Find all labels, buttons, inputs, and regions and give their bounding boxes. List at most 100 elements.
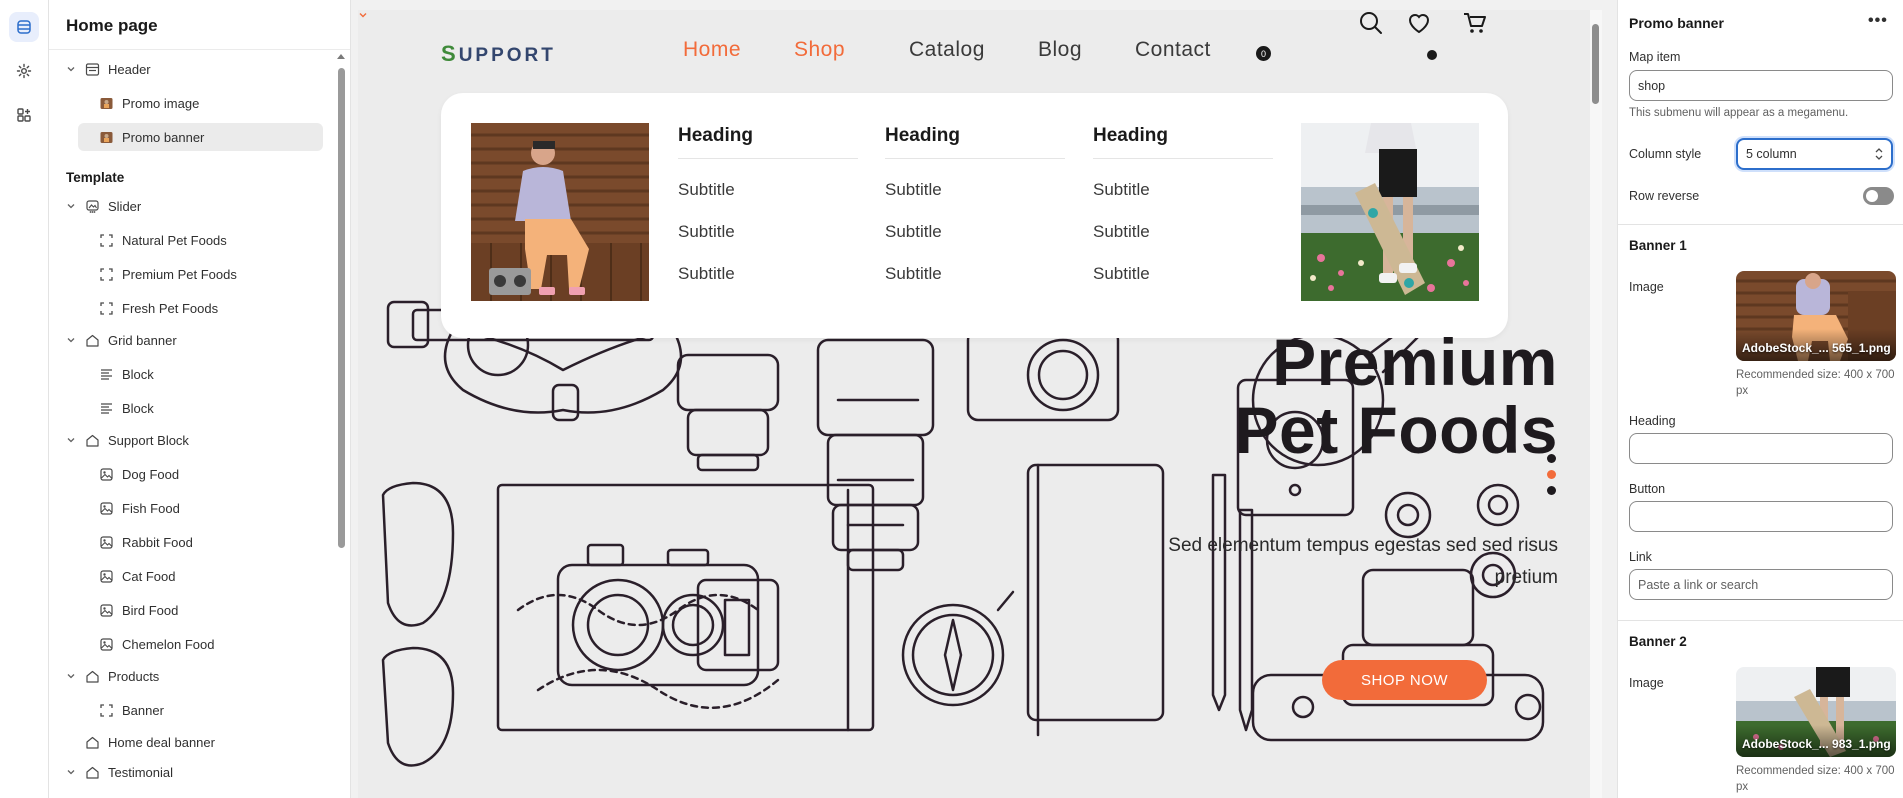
mega-column-heading[interactable]: Heading [1093,123,1273,159]
banner-1-link-input[interactable] [1629,569,1893,600]
banner-1-button-input[interactable] [1629,501,1893,532]
map-item-label: Map item [1629,50,1681,64]
apps-icon [17,108,31,122]
image-icon [99,603,114,618]
tree-item-block-1[interactable]: Block [99,360,339,388]
map-item-input[interactable] [1629,70,1893,101]
toggle-knob [1866,190,1878,202]
banner-1-heading-input[interactable] [1629,433,1893,464]
storefront-preview: SUPPORT Home Shop Catalog Blog Contact 0 [358,10,1593,798]
tree-item-chemelon-food[interactable]: Chemelon Food [99,630,339,658]
tree-item-label: Natural Pet Foods [122,232,227,248]
banner-1-image-picker[interactable]: AdobeStock_... 565_1.png [1736,271,1896,361]
page-title: Home page [66,16,158,35]
hero-text: Sed elementum tempus egestas sed sed ris… [1168,535,1558,588]
chevron-down-icon[interactable] [65,434,77,446]
chevron-down-icon[interactable] [65,670,77,682]
mega-column-heading[interactable]: Heading [678,123,858,159]
panel-divider [1618,224,1903,225]
preview-scrollbar-thumb[interactable] [1592,24,1599,104]
text-lines-icon [99,401,114,416]
tree-item-cat-food[interactable]: Cat Food [99,562,339,590]
settings-rail-button[interactable] [9,56,39,86]
tree-item-fish-food[interactable]: Fish Food [99,494,339,522]
row-reverse-toggle[interactable] [1863,187,1894,205]
banner-1-link-label: Link [1629,550,1652,564]
chevron-down-icon[interactable] [65,63,77,75]
tree-item-products[interactable]: Products [65,662,315,690]
slider-dot-active[interactable] [1547,470,1556,479]
tree-item-grid-banner[interactable]: Grid banner [65,326,315,354]
more-options-icon[interactable]: ••• [1868,12,1888,30]
house-icon [85,765,100,780]
chevron-down-icon[interactable] [65,334,77,346]
mega-menu-image-left[interactable] [471,123,649,301]
cart-icon[interactable] [1462,10,1488,36]
template-section-label: Template [66,170,125,185]
chevron-down-icon[interactable] [65,200,77,212]
panel-divider [1618,620,1903,621]
tree-item-rabbit-food[interactable]: Rabbit Food [99,528,339,556]
mega-column-subtitle[interactable]: Subtitle [1093,211,1273,253]
select-arrows-icon [1875,148,1883,160]
tree-item-dog-food[interactable]: Dog Food [99,460,339,488]
tree-item-promo-image[interactable]: Promo image [99,89,339,117]
heart-icon[interactable] [1406,10,1432,36]
block-frame-icon [99,267,114,282]
search-icon[interactable] [1358,10,1384,36]
block-frame-icon [99,233,114,248]
sidebar-scrollbar-thumb[interactable] [338,68,345,548]
shop-now-button[interactable]: SHOP NOW [1322,660,1487,700]
mega-column-subtitle[interactable]: Subtitle [885,211,1065,253]
tree-item-label: Header [108,61,151,77]
tree-item-label: Chemelon Food [122,636,215,652]
tree-item-fresh-pet-foods[interactable]: Fresh Pet Foods [99,294,339,322]
tree-item-testimonial[interactable]: Testimonial [65,758,315,786]
sections-rail-button[interactable] [9,12,39,42]
nav-contact-link[interactable]: Contact [1135,38,1211,62]
mega-column-subtitle[interactable]: Subtitle [1093,253,1273,295]
tree-item-support-block[interactable]: Support Block [65,426,315,454]
tree-item-label: Cat Food [122,568,176,584]
sections-icon [17,20,31,34]
preview-scrollbar[interactable] [1590,10,1602,798]
tree-item-premium-pet-foods[interactable]: Premium Pet Foods [99,260,339,288]
mega-column-subtitle[interactable]: Subtitle [678,169,858,211]
banner-2-image-picker[interactable]: AdobeStock_... 983_1.png [1736,667,1896,757]
slider-dot[interactable] [1547,486,1556,495]
nav-catalog-link[interactable]: Catalog [909,38,985,62]
slider-dot[interactable] [1547,454,1556,463]
banner-1-image-filename: AdobeStock_... 565_1.png [1742,341,1891,355]
banner-1-recommended-size: Recommended size: 400 x 700 px [1736,369,1895,397]
store-logo[interactable]: SUPPORT [441,41,556,67]
tree-item-label: Promo image [122,95,200,111]
tree-item-bird-food[interactable]: Bird Food [99,596,339,624]
tree-item-label: Testimonial [108,764,174,780]
chevron-down-icon[interactable] [65,766,77,778]
tree-item-natural-pet-foods[interactable]: Natural Pet Foods [99,226,339,254]
nav-home-link[interactable]: Home [683,38,741,62]
column-style-select[interactable]: 5 column [1736,138,1893,170]
tree-item-slider[interactable]: Slider [65,192,315,220]
mega-menu-image-right[interactable] [1301,123,1479,301]
mega-column-subtitle[interactable]: Subtitle [885,169,1065,211]
mega-column-subtitle[interactable]: Subtitle [678,211,858,253]
nav-blog-link[interactable]: Blog [1038,38,1082,62]
apps-rail-button[interactable] [9,100,39,130]
tree-item-home-deal-banner[interactable]: Home deal banner [85,728,335,756]
banner-2-heading: Banner 2 [1629,634,1687,649]
mega-column-heading[interactable]: Heading [885,123,1065,159]
tree-item-promo-banner[interactable]: Promo banner [78,123,323,151]
tree-item-header[interactable]: Header [65,55,315,83]
image-icon [99,637,114,652]
tree-item-block-2[interactable]: Block [99,394,339,422]
mega-column-subtitle[interactable]: Subtitle [1093,169,1273,211]
tree-item-label: Slider [108,198,142,214]
mega-menu-column-3: Heading Subtitle Subtitle Subtitle [1093,123,1273,295]
scroll-up-arrow[interactable] [337,54,345,59]
mega-column-subtitle[interactable]: Subtitle [678,253,858,295]
mega-column-subtitle[interactable]: Subtitle [885,253,1065,295]
mega-menu-column-1: Heading Subtitle Subtitle Subtitle [678,123,858,295]
tree-item-banner[interactable]: Banner [99,696,339,724]
nav-shop-link[interactable]: Shop [794,38,845,62]
